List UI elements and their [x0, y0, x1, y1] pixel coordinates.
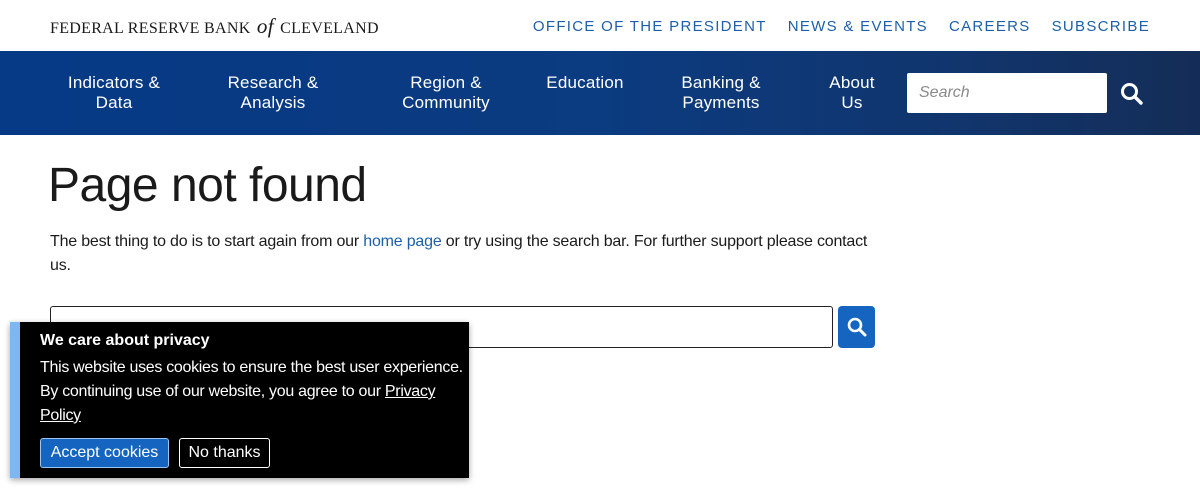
cookie-banner: We care about privacy This website uses … — [10, 322, 469, 478]
nav-item-about-us[interactable]: About Us — [812, 73, 892, 113]
content-search-button[interactable] — [838, 306, 875, 348]
accept-cookies-button[interactable]: Accept cookies — [40, 438, 169, 468]
nav-item-label-line1: Banking & — [681, 73, 761, 92]
nav-item-education[interactable]: Education — [535, 73, 635, 93]
nav-item-label-line2: Us — [841, 93, 863, 112]
top-bar: FEDERAL RESERVE BANK of CLEVELAND OFFICE… — [0, 0, 1200, 51]
nav-search-input[interactable] — [907, 73, 1107, 113]
utility-link-news-events[interactable]: NEWS & EVENTS — [788, 18, 928, 35]
nav-item-label-line2: Analysis — [240, 93, 306, 112]
nav-item-label-line2: Community — [402, 93, 490, 112]
logo-text-of: of — [256, 14, 274, 38]
no-thanks-button[interactable]: No thanks — [179, 438, 270, 468]
nav-item-banking-payments[interactable]: Banking & Payments — [671, 73, 771, 113]
nav-item-label-line2: Data — [95, 93, 133, 112]
nav-item-label-line2: Payments — [682, 93, 760, 112]
nav-item-research-analysis[interactable]: Research & Analysis — [223, 73, 323, 113]
nav-item-label-line1: Education — [546, 73, 624, 92]
cookie-banner-text: This website uses cookies to ensure the … — [40, 356, 470, 428]
nav-item-label-line1: Research & — [227, 73, 319, 92]
utility-nav: OFFICE OF THE PRESIDENT NEWS & EVENTS CA… — [533, 18, 1150, 35]
nav-item-label-line1: Indicators & — [67, 73, 161, 92]
nav-item-indicators-data[interactable]: Indicators & Data — [64, 73, 164, 113]
utility-link-subscribe[interactable]: SUBSCRIBE — [1052, 18, 1150, 35]
search-icon — [1121, 83, 1143, 105]
utility-link-careers[interactable]: CAREERS — [949, 18, 1031, 35]
intro-text-before: The best thing to do is to start again f… — [50, 233, 364, 250]
nav-item-label-line1: About — [829, 73, 875, 92]
home-page-link[interactable]: home page — [363, 233, 441, 250]
utility-link-office-of-the-president[interactable]: OFFICE OF THE PRESIDENT — [533, 18, 767, 35]
page-title: Page not found — [48, 159, 367, 212]
cookie-banner-title: We care about privacy — [40, 332, 210, 349]
nav-search-button[interactable] — [1118, 80, 1146, 108]
search-icon — [847, 317, 866, 337]
site-logo[interactable]: FEDERAL RESERVE BANK of CLEVELAND — [50, 14, 379, 39]
nav-item-region-community[interactable]: Region & Community — [396, 73, 496, 113]
logo-text-primary: FEDERAL RESERVE BANK — [50, 20, 251, 37]
intro-text: The best thing to do is to start again f… — [50, 230, 870, 278]
nav-item-label-line1: Region & — [410, 73, 482, 92]
main-nav: Indicators & Data Research & Analysis Re… — [0, 51, 1200, 135]
logo-text-city: CLEVELAND — [280, 20, 379, 37]
